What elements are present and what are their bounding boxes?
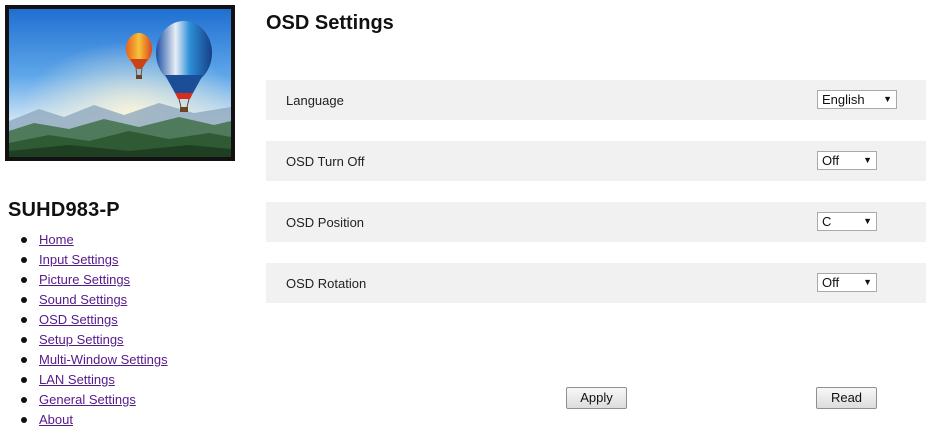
bullet-icon <box>21 257 27 263</box>
bullet-icon <box>21 297 27 303</box>
osd-rotation-select-value: Off <box>822 275 840 290</box>
page-title: OSD Settings <box>266 12 394 34</box>
nav-item-input-settings: Input Settings <box>20 250 168 270</box>
nav-item-osd-settings: OSD Settings <box>20 310 168 330</box>
bullet-icon <box>21 357 27 363</box>
nav-link-lan-settings[interactable]: LAN Settings <box>39 372 115 387</box>
osd-turn-off-label: OSD Turn Off <box>286 154 365 169</box>
bullet-icon <box>21 237 27 243</box>
nav-item-about: About <box>20 410 168 430</box>
language-label: Language <box>286 93 344 108</box>
osd-rotation-label: OSD Rotation <box>286 276 367 291</box>
setting-row-osd-position: OSD Position C ▼ <box>266 202 926 242</box>
nav-item-lan-settings: LAN Settings <box>20 370 168 390</box>
osd-position-label: OSD Position <box>286 215 365 230</box>
setting-row-osd-rotation: OSD Rotation Off ▼ <box>266 263 926 303</box>
sidebar-nav: Home Input Settings Picture Settings Sou… <box>20 230 168 430</box>
bullet-icon <box>21 277 27 283</box>
hero-image <box>5 5 235 161</box>
nav-link-multi-window-settings[interactable]: Multi-Window Settings <box>39 352 168 367</box>
nav-item-multi-window-settings: Multi-Window Settings <box>20 350 168 370</box>
nav-link-setup-settings[interactable]: Setup Settings <box>39 332 124 347</box>
triangle-down-icon: ▼ <box>863 155 872 165</box>
triangle-down-icon: ▼ <box>883 94 892 104</box>
setting-row-language: Language English ▼ <box>266 80 926 120</box>
osd-turn-off-select[interactable]: Off ▼ <box>817 151 877 170</box>
osd-turn-off-select-value: Off <box>822 153 840 168</box>
language-select-value: English <box>822 92 865 107</box>
bullet-icon <box>21 417 27 423</box>
nav-item-general-settings: General Settings <box>20 390 168 410</box>
bullet-icon <box>21 377 27 383</box>
nav-link-about[interactable]: About <box>39 412 73 427</box>
read-button[interactable]: Read <box>816 387 877 409</box>
model-name: SUHD983-P <box>8 199 120 221</box>
osd-position-select-value: C <box>822 214 832 229</box>
apply-button[interactable]: Apply <box>566 387 627 409</box>
osd-position-select[interactable]: C ▼ <box>817 212 877 231</box>
nav-link-picture-settings[interactable]: Picture Settings <box>39 272 130 287</box>
hot-air-balloon-landscape-image <box>9 9 231 157</box>
language-select[interactable]: English ▼ <box>817 90 897 109</box>
nav-link-home[interactable]: Home <box>39 232 74 247</box>
bullet-icon <box>21 337 27 343</box>
bullet-icon <box>21 397 27 403</box>
nav-link-sound-settings[interactable]: Sound Settings <box>39 292 127 307</box>
nav-item-sound-settings: Sound Settings <box>20 290 168 310</box>
triangle-down-icon: ▼ <box>863 277 872 287</box>
bullet-icon <box>21 317 27 323</box>
nav-item-setup-settings: Setup Settings <box>20 330 168 350</box>
nav-item-home: Home <box>20 230 168 250</box>
nav-item-picture-settings: Picture Settings <box>20 270 168 290</box>
setting-row-osd-turn-off: OSD Turn Off Off ▼ <box>266 141 926 181</box>
osd-rotation-select[interactable]: Off ▼ <box>817 273 877 292</box>
nav-link-input-settings[interactable]: Input Settings <box>39 252 119 267</box>
nav-link-osd-settings[interactable]: OSD Settings <box>39 312 118 327</box>
triangle-down-icon: ▼ <box>863 216 872 226</box>
nav-link-general-settings[interactable]: General Settings <box>39 392 136 407</box>
